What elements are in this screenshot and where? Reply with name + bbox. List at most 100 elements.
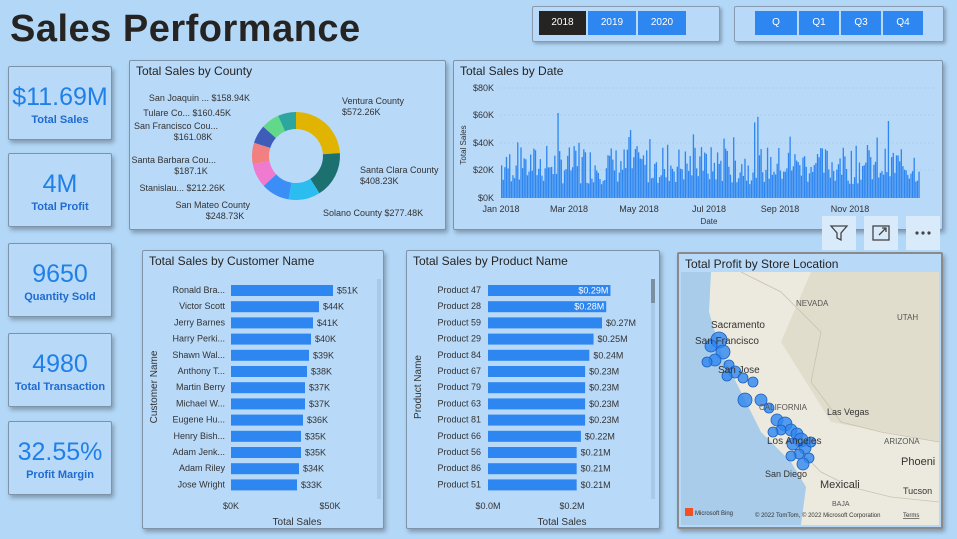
date-bar[interactable] [621, 169, 624, 198]
date-bar[interactable] [741, 164, 743, 198]
customer-chart-panel[interactable]: Total Sales by Customer Name Customer Na… [142, 250, 384, 529]
date-bar[interactable] [633, 157, 635, 198]
bar[interactable] [231, 317, 313, 329]
date-bar[interactable] [771, 174, 774, 198]
date-bar[interactable] [544, 168, 546, 198]
date-bar[interactable] [733, 137, 735, 198]
date-bar[interactable] [655, 162, 658, 198]
date-bar[interactable] [860, 179, 862, 198]
date-bar[interactable] [510, 181, 512, 198]
date-bar[interactable] [873, 164, 875, 198]
date-bar[interactable] [584, 152, 587, 198]
date-bar[interactable] [650, 178, 653, 198]
date-bar[interactable] [915, 181, 917, 198]
date-bar[interactable] [858, 162, 861, 198]
bar[interactable] [231, 301, 319, 313]
date-bar[interactable] [583, 149, 585, 198]
date-bar[interactable] [839, 158, 841, 198]
bar[interactable] [231, 366, 307, 377]
date-bar[interactable] [631, 168, 633, 198]
date-bar[interactable] [562, 183, 564, 198]
product-chart-panel[interactable]: Total Sales by Product Name Product Name… [406, 250, 660, 529]
date-bar[interactable] [691, 175, 693, 198]
date-bar[interactable] [526, 175, 529, 198]
date-bar[interactable] [721, 180, 724, 198]
date-bar[interactable] [559, 151, 561, 198]
date-bar[interactable] [660, 175, 662, 198]
donut-slice[interactable] [296, 112, 340, 155]
bar[interactable] [231, 285, 333, 296]
date-bar[interactable] [773, 171, 775, 198]
date-bar[interactable] [507, 168, 509, 198]
date-bar[interactable] [504, 167, 506, 198]
date-bar[interactable] [886, 172, 888, 198]
date-bar[interactable] [749, 184, 751, 198]
date-bar[interactable] [683, 179, 685, 198]
date-bar[interactable] [679, 168, 682, 198]
date-bar[interactable] [820, 148, 822, 198]
focus-mode-icon[interactable] [864, 216, 898, 250]
date-bar[interactable] [557, 112, 559, 198]
date-bar[interactable] [673, 171, 675, 198]
date-bar[interactable] [636, 146, 638, 198]
date-bar[interactable] [797, 162, 799, 198]
bar[interactable] [231, 479, 297, 491]
date-bar[interactable] [634, 149, 637, 198]
date-bar[interactable] [803, 156, 806, 198]
date-bar[interactable] [649, 139, 651, 198]
date-bar[interactable] [637, 152, 640, 198]
date-bar[interactable] [571, 167, 574, 198]
date-bar[interactable] [865, 162, 867, 198]
date-bar[interactable] [878, 177, 880, 198]
date-bar[interactable] [689, 156, 691, 198]
date-bar[interactable] [625, 168, 627, 198]
date-bar[interactable] [546, 145, 548, 198]
bar[interactable] [231, 414, 303, 426]
date-bar[interactable] [612, 159, 614, 198]
date-bar[interactable] [517, 142, 519, 198]
date-bar[interactable] [807, 181, 809, 198]
date-bar[interactable] [533, 148, 535, 198]
date-bar[interactable] [521, 168, 524, 198]
date-bar[interactable] [530, 154, 532, 198]
date-bar[interactable] [815, 163, 817, 198]
date-bar[interactable] [644, 164, 646, 198]
date-bar[interactable] [657, 182, 659, 198]
date-bar[interactable] [700, 147, 703, 198]
date-bar[interactable] [589, 152, 591, 198]
date-bar[interactable] [536, 175, 538, 198]
date-bar[interactable] [816, 153, 819, 198]
date-bar[interactable] [681, 169, 683, 198]
date-bar[interactable] [774, 174, 777, 198]
bar[interactable] [488, 349, 590, 361]
date-bar[interactable] [513, 178, 516, 198]
date-bar[interactable] [890, 157, 893, 198]
date-bar[interactable] [629, 130, 632, 198]
date-bar[interactable] [676, 166, 678, 198]
bar[interactable] [231, 333, 311, 345]
date-bar[interactable] [765, 169, 767, 198]
kpi-card-quantity-sold[interactable]: 9650 Quantity Sold [8, 243, 112, 317]
date-bar[interactable] [550, 166, 553, 198]
bar[interactable] [231, 398, 305, 410]
date-bar[interactable] [599, 178, 601, 198]
date-bar[interactable] [841, 174, 843, 198]
bar[interactable] [488, 382, 586, 394]
date-bar[interactable] [592, 182, 595, 198]
date-bar[interactable] [563, 170, 566, 198]
date-bar[interactable] [770, 157, 772, 198]
county-chart-panel[interactable]: Total Sales by County Ventura County $572… [129, 60, 446, 230]
date-bar[interactable] [718, 163, 720, 198]
date-bar[interactable] [821, 148, 824, 198]
date-bar[interactable] [720, 160, 722, 198]
date-bar[interactable] [596, 170, 598, 198]
date-bar[interactable] [742, 175, 745, 198]
date-bar[interactable] [666, 144, 669, 198]
year-2020-button[interactable]: 2020 [638, 11, 686, 35]
scrollbar[interactable] [651, 279, 655, 499]
date-bar[interactable] [581, 157, 583, 198]
date-bar[interactable] [560, 159, 562, 198]
date-bar[interactable] [605, 168, 608, 198]
date-bar[interactable] [744, 158, 746, 198]
bar[interactable] [231, 447, 301, 458]
